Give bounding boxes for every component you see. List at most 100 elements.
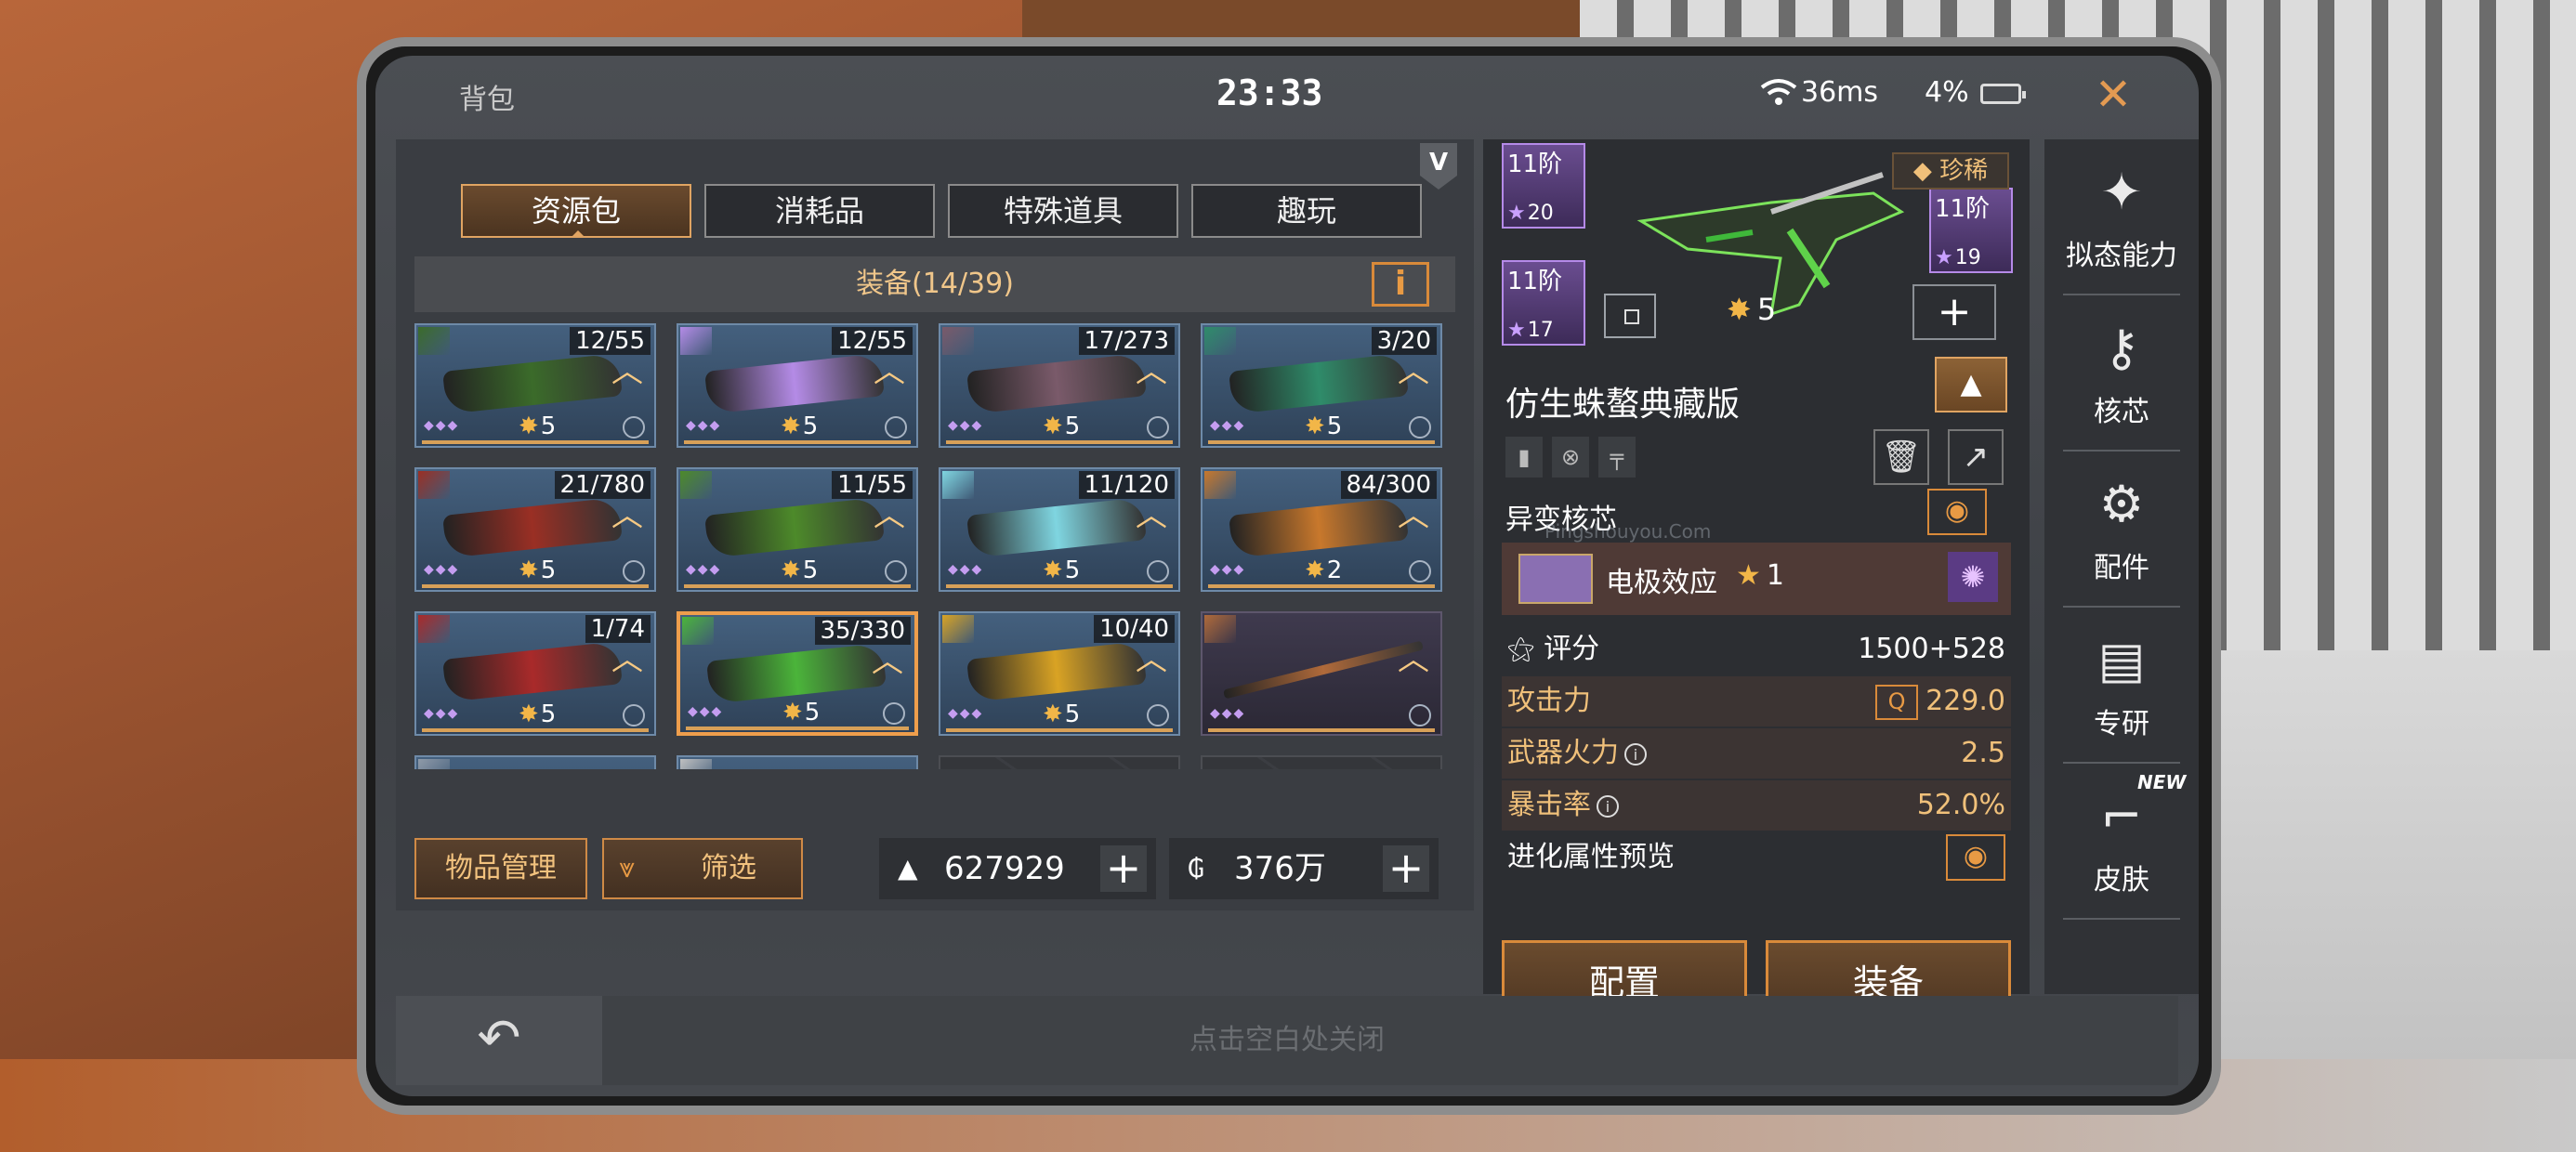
weapon-thumbnail: [704, 353, 885, 414]
mimic-ability-icon: ✦: [2100, 163, 2143, 221]
rank-chevron-icon: ︿: [611, 641, 643, 678]
core-icon: ⚷: [2103, 319, 2140, 377]
close-button[interactable]: ✕: [2085, 67, 2141, 123]
core-level: 1: [1736, 559, 1784, 592]
back-button[interactable]: ↶: [396, 996, 602, 1085]
material-amount: 627929: [944, 850, 1065, 887]
item-manage-button[interactable]: 物品管理: [414, 838, 587, 899]
element-tag-icon: [418, 327, 450, 355]
progress-bar: [686, 727, 909, 730]
inventory-slot[interactable]: 3/20︿ ◆◆◆ 5: [1201, 323, 1442, 448]
tab-resource-pack[interactable]: 资源包: [461, 184, 691, 238]
info-icon[interactable]: i: [1597, 794, 1619, 818]
crit-rate-value: 52.0%: [1916, 789, 2005, 821]
item-star-level: 5: [781, 556, 819, 584]
lock-ring-icon: [1409, 416, 1431, 439]
lock-ring-icon: [623, 704, 645, 727]
currency-material: ▲ 627929 +: [879, 838, 1156, 899]
element-tag-icon: [1204, 615, 1236, 643]
rank-chevron-icon: ︿: [874, 497, 905, 534]
inventory-slot[interactable]: ︿◆◆◆5: [414, 755, 656, 769]
empty-slot: [939, 755, 1180, 769]
inventory-slot[interactable]: ︿◆◆◆3: [677, 755, 918, 769]
upgrade-button[interactable]: ▲: [1935, 357, 2007, 412]
core-item-row[interactable]: 电极效应 1 ✺: [1502, 543, 2011, 615]
quality-dots-icon: ◆◆◆: [1210, 562, 1246, 577]
equipment-section-header: 装备(14/39) i: [414, 256, 1455, 312]
progress-bar: [946, 440, 1173, 444]
filter-button[interactable]: ⩔ 筛选: [602, 838, 803, 899]
item-star-level: 5: [781, 412, 819, 440]
nav-core[interactable]: ⚷ 核芯: [2044, 295, 2199, 452]
score-row: ⚝ 评分 1500+528: [1502, 624, 2011, 674]
rank-chevron-icon: ︿: [1398, 353, 1429, 390]
weapon-thumbnail: [442, 353, 623, 414]
nav-skin[interactable]: NEW ⌐ 皮肤: [2044, 764, 2199, 920]
element-tag-icon: [680, 759, 712, 769]
crosshair-icon: ⊗: [1552, 437, 1589, 478]
inventory-slot[interactable]: 21/780︿ ◆◆◆ 5: [414, 467, 656, 592]
coin-amount: 376万: [1234, 850, 1326, 887]
tab-consumables[interactable]: 消耗品: [704, 184, 935, 238]
inventory-slot[interactable]: 84/300︿ ◆◆◆ 2: [1201, 467, 1442, 592]
inventory-slot[interactable]: 10/40︿ ◆◆◆ 5: [939, 611, 1180, 736]
crit-rate-label: 暴击率 i: [1507, 780, 1619, 831]
info-button[interactable]: i: [1372, 262, 1429, 307]
inventory-slot[interactable]: 11/55︿ ◆◆◆ 5: [677, 467, 918, 592]
diamond-icon: ◆: [1912, 157, 1940, 185]
rank-chip-right[interactable]: 11阶 19: [1929, 188, 2013, 273]
inventory-panel: 资源包 消耗品 特殊道具 趣玩 V 装备(14/39) i 12/55︿◆◆◆5…: [396, 139, 1474, 910]
add-coin-button[interactable]: +: [1383, 845, 1429, 892]
inventory-slot[interactable]: 11/120︿ ◆◆◆ 5: [939, 467, 1180, 592]
footer-bar[interactable]: 点击空白处关闭 ↶: [396, 996, 2178, 1085]
slot-icon[interactable]: [1604, 294, 1656, 338]
rank-chip-level: 11阶: [1935, 195, 1991, 223]
lock-ring-icon: [885, 560, 907, 583]
weapon-thumbnail: [704, 497, 885, 558]
ping-text: 36ms: [1801, 76, 1879, 109]
add-attachment-button[interactable]: +: [1912, 284, 1996, 340]
nav-research[interactable]: ▤ 专研: [2044, 608, 2199, 764]
ammo-icon: ▮: [1505, 437, 1543, 478]
info-icon[interactable]: i: [1624, 742, 1647, 766]
nav-mimic-ability[interactable]: ✦ 拟态能力: [2044, 139, 2199, 295]
weapon-thumbnail: [966, 353, 1147, 414]
nav-label: 核芯: [2094, 396, 2149, 428]
rank-chevron-icon: ︿: [872, 643, 903, 680]
weapon-thumbnail: [1229, 353, 1409, 414]
progress-bar: [946, 728, 1173, 732]
item-star-level: 5: [519, 556, 557, 584]
rifle-icon: ╤: [1598, 437, 1636, 478]
tab-fun[interactable]: 趣玩: [1191, 184, 1422, 238]
share-button[interactable]: ↗: [1948, 429, 2004, 485]
quality-dots-icon: ◆◆◆: [948, 562, 984, 577]
inventory-slot[interactable]: 35/330︿ ◆◆◆ 5: [677, 611, 918, 736]
rank-chip-stars: 20: [1507, 202, 1554, 225]
eye-preview-button[interactable]: ◉: [1927, 489, 1987, 535]
element-tag-icon: [942, 615, 974, 643]
watermark-text: Pingshouyou.Com: [1544, 520, 1712, 543]
item-count: 21/780: [554, 471, 651, 499]
progress-bar: [422, 584, 649, 588]
equipment-count-label: 装备(14/39): [856, 268, 1014, 300]
tab-special-items[interactable]: 特殊道具: [948, 184, 1178, 238]
nav-attachments[interactable]: ⚙ 配件: [2044, 452, 2199, 608]
progress-bar: [422, 728, 649, 732]
add-material-button[interactable]: +: [1100, 845, 1147, 892]
inventory-slot[interactable]: 17/273︿ ◆◆◆ 5: [939, 323, 1180, 448]
weapon-thumbnail: [1223, 640, 1424, 700]
rank-chip-left-top[interactable]: 11阶 20: [1502, 143, 1585, 229]
rarity-badge: ◆ 珍稀: [1892, 152, 2009, 190]
core-chip-icon: [1518, 554, 1593, 604]
rank-chevron-icon: ︿: [1136, 641, 1167, 678]
inventory-slot[interactable]: 12/55︿ ◆◆◆ 5: [677, 323, 918, 448]
vip-badge[interactable]: V: [1420, 143, 1457, 190]
search-icon[interactable]: Q: [1875, 684, 1919, 720]
evolve-eye-button[interactable]: ◉: [1946, 834, 2005, 881]
quality-dots-icon: ◆◆◆: [948, 706, 984, 721]
trash-button[interactable]: 🗑: [1873, 429, 1929, 485]
inventory-slot[interactable]: 1/74︿ ◆◆◆ 5: [414, 611, 656, 736]
inventory-slot[interactable]: ︿ ◆◆◆: [1201, 611, 1442, 736]
inventory-slot[interactable]: 12/55︿ ◆◆◆ 5: [414, 323, 656, 448]
rank-chip-left-bottom[interactable]: 11阶 17: [1502, 260, 1585, 346]
